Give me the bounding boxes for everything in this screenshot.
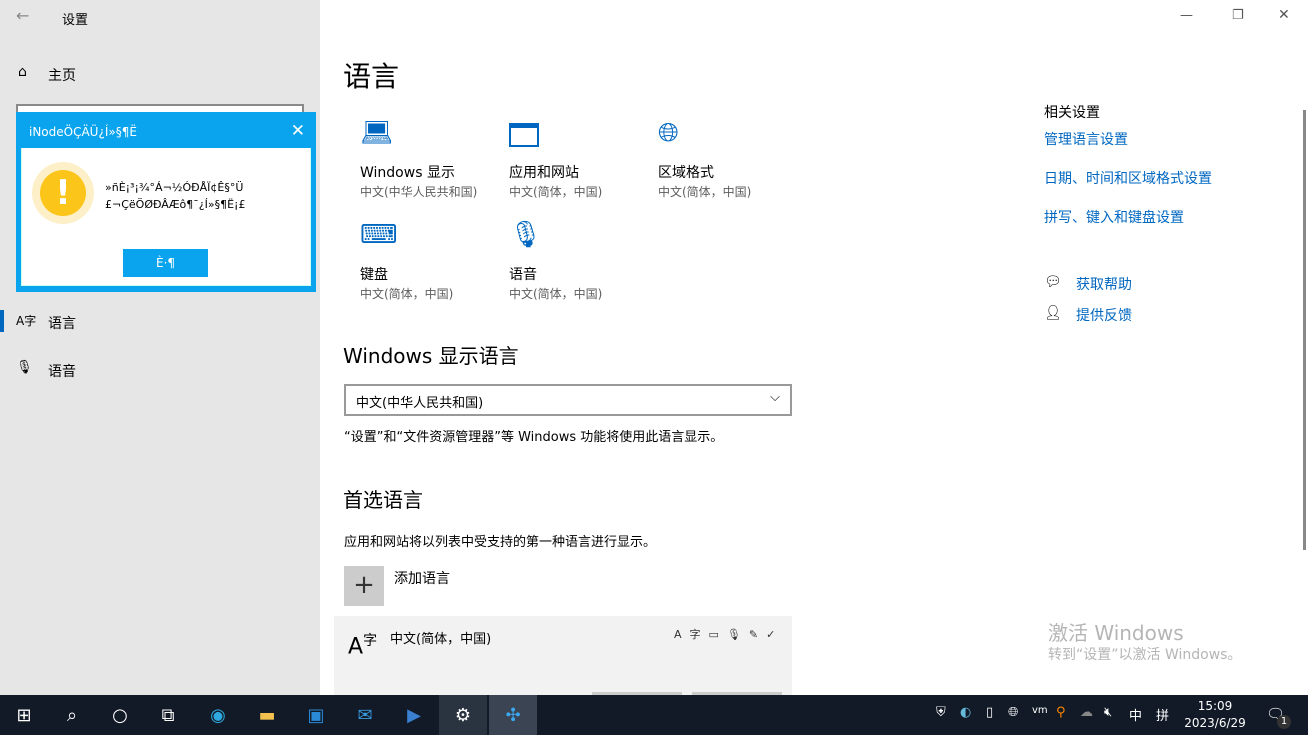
get-help-link[interactable]: 获取帮助 bbox=[1076, 274, 1132, 294]
preferred-language-heading: 首选语言 bbox=[343, 488, 423, 512]
network-app-icon[interactable]: ◐ bbox=[960, 705, 971, 720]
tile-keyboard[interactable]: ⌨ 键盘 中文(简体，中国) bbox=[360, 220, 500, 305]
display-language-note: “设置”和“文件资源管理器”等 Windows 功能将使用此语言显示。 bbox=[344, 430, 724, 445]
dialog-close-button[interactable]: ✕ bbox=[291, 121, 305, 141]
clock[interactable]: 15:09 2023/6/29 bbox=[1180, 698, 1250, 732]
spelling-typing-link[interactable]: 拼写、键入和键盘设置 bbox=[1044, 207, 1184, 227]
volume-muted-icon[interactable]: 🔇︎ bbox=[1104, 705, 1112, 720]
tile-apps-websites[interactable]: 应用和网站 中文(简体，中国) bbox=[509, 118, 649, 203]
tile-windows-display[interactable]: 💻︎ Windows 显示 中文(中华人民共和国) bbox=[360, 118, 500, 203]
microphone-icon: 🎙 bbox=[16, 360, 33, 375]
vmware-icon[interactable]: vm bbox=[1032, 705, 1048, 716]
window-title: 设置 bbox=[62, 13, 89, 28]
cortana-button[interactable]: ○ bbox=[96, 695, 144, 735]
ime-indicator[interactable]: 中 bbox=[1129, 705, 1142, 724]
restore-button[interactable]: ❐ bbox=[1232, 8, 1244, 23]
home-icon: ⌂ bbox=[18, 64, 27, 80]
ime-mode[interactable]: 拼 bbox=[1156, 705, 1169, 724]
tile-region-format[interactable]: 🌐︎ 区域格式 中文(简体，中国) bbox=[658, 118, 798, 203]
window-icon bbox=[509, 123, 539, 147]
laptop-icon: 💻︎ bbox=[360, 118, 394, 148]
microphone-icon: 🎙︎ bbox=[509, 220, 543, 250]
keyboard-icon: ⌨ bbox=[360, 220, 398, 250]
onedrive-icon[interactable]: ☁ bbox=[1080, 705, 1093, 720]
taskbar: ⊞ ⌕ ○ ⧉ ◉ ▬ ▣ ✉ ▶ ⚙ ✣ ⛨ ◐ ▯ 🌐︎ vm ⚲ ☁ 🔇︎… bbox=[0, 695, 1308, 735]
selected-indicator bbox=[0, 310, 4, 332]
settings-icon[interactable]: ⚙ bbox=[439, 695, 487, 735]
store-icon[interactable]: ▣ bbox=[292, 695, 340, 735]
file-explorer-icon[interactable]: ▬ bbox=[243, 695, 291, 735]
search-tool-icon[interactable]: ⚲ bbox=[1056, 705, 1066, 720]
tile-speech[interactable]: 🎙︎ 语音 中文(简体，中国) bbox=[509, 220, 649, 305]
language-list-item[interactable]: A字 中文(简体，中国) A字▭🎙✎✓ bbox=[334, 616, 792, 695]
task-view-button[interactable]: ⧉ bbox=[144, 695, 192, 735]
sidebar: ← 设置 ⌂ 主页 A字 语言 🎙 语音 bbox=[0, 0, 320, 695]
activation-watermark: 激活 Windows bbox=[1048, 621, 1184, 645]
mail-icon[interactable]: ✉ bbox=[341, 695, 389, 735]
start-button[interactable]: ⊞ bbox=[0, 695, 48, 735]
inode-dialog: iNodeÖÇÄÜ¿Í»§¶Ë ✕ ! »ñÈ¡³¡¾°Á¬½ÓÐÅÏ¢Ê§°Ü… bbox=[16, 112, 316, 292]
manage-language-link[interactable]: 管理语言设置 bbox=[1044, 129, 1128, 149]
feedback-icon: 👤︎ bbox=[1044, 305, 1062, 321]
sidebar-home[interactable]: ⌂ 主页 bbox=[16, 62, 306, 84]
page-title: 语言 bbox=[343, 60, 400, 93]
dialog-message: »ñÈ¡³¡¾°Á¬½ÓÐÅÏ¢Ê§°Ü £¬ÇëÖØÐÂÆô¶¯¿Í»§¶Ë¡… bbox=[105, 181, 246, 211]
sidebar-item-label: 语音 bbox=[48, 364, 76, 380]
sidebar-home-label: 主页 bbox=[48, 68, 76, 84]
add-language-button[interactable]: + 添加语言 bbox=[344, 566, 544, 606]
dialog-ok-button[interactable]: È·¶ bbox=[123, 249, 208, 277]
security-icon[interactable]: ⛨ bbox=[936, 705, 946, 720]
close-button[interactable]: ✕ bbox=[1278, 7, 1290, 23]
display-language-heading: Windows 显示语言 bbox=[343, 344, 519, 368]
scrollbar[interactable] bbox=[1303, 110, 1306, 550]
back-button[interactable]: ← bbox=[16, 6, 29, 25]
inode-app-icon[interactable]: ✣ bbox=[489, 695, 537, 735]
network-icon[interactable]: 🌐︎ bbox=[1008, 705, 1018, 720]
usb-icon[interactable]: ▯ bbox=[986, 705, 993, 720]
activation-watermark-sub: 转到“设置”以激活 Windows。 bbox=[1048, 647, 1242, 663]
notification-count: 1 bbox=[1277, 715, 1291, 729]
minimize-button[interactable]: — bbox=[1180, 8, 1193, 23]
language-icon: A字 bbox=[16, 314, 37, 328]
powershell-icon[interactable]: ▶ bbox=[390, 695, 438, 735]
language-feature-icons: A字▭🎙✎✓ bbox=[674, 628, 784, 641]
chevron-down-icon: ⌵ bbox=[770, 390, 780, 405]
sidebar-item-language[interactable]: A字 语言 bbox=[16, 310, 306, 332]
plus-icon: + bbox=[344, 566, 384, 606]
globe-icon: 🌐︎ bbox=[658, 118, 679, 148]
display-language-select[interactable]: 中文(中华人民共和国) ⌵ bbox=[344, 384, 792, 416]
sidebar-item-speech[interactable]: 🎙 语音 bbox=[16, 358, 306, 380]
dialog-title: iNodeÖÇÄÜ¿Í»§¶Ë bbox=[29, 125, 137, 139]
language-icon: A字 bbox=[348, 633, 378, 660]
search-button[interactable]: ⌕ bbox=[48, 695, 96, 735]
related-settings-heading: 相关设置 bbox=[1044, 105, 1100, 121]
sidebar-item-label: 语言 bbox=[48, 316, 76, 332]
preferred-language-note: 应用和网站将以列表中受支持的第一种语言进行显示。 bbox=[344, 535, 657, 550]
edge-icon[interactable]: ◉ bbox=[194, 695, 242, 735]
help-icon: 💬︎ bbox=[1044, 274, 1062, 290]
dialog-titlebar: iNodeÖÇÄÜ¿Í»§¶Ë ✕ bbox=[21, 117, 311, 148]
feedback-link[interactable]: 提供反馈 bbox=[1076, 305, 1132, 325]
date-time-region-link[interactable]: 日期、时间和区域格式设置 bbox=[1044, 168, 1212, 188]
warning-icon: ! bbox=[32, 162, 94, 224]
